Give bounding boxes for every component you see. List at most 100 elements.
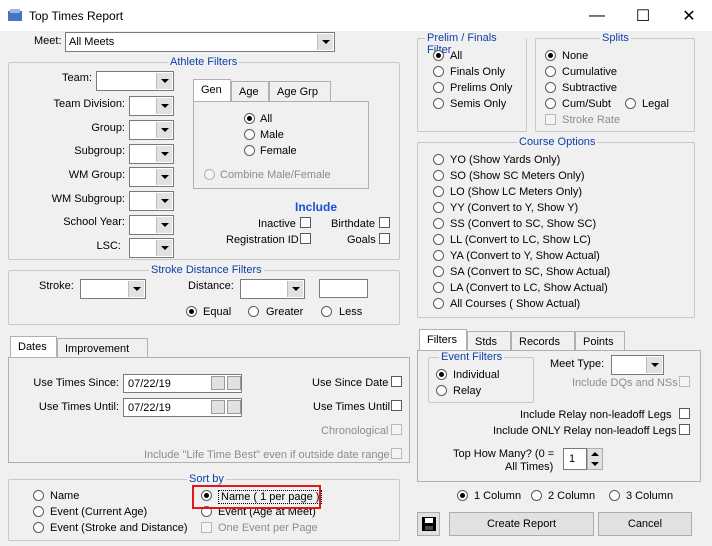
splits-subtractive-radio[interactable] (545, 82, 556, 93)
lsc-select[interactable] (129, 238, 174, 258)
course-option-radio[interactable] (433, 202, 444, 213)
athlete-filters-title: Athlete Filters (168, 56, 240, 68)
wm-group-select[interactable] (129, 167, 174, 187)
sort-event-current-age-radio[interactable] (33, 506, 44, 517)
course-option-label: LL (Convert to LC, Show LC) (450, 234, 591, 246)
course-option-radio[interactable] (433, 298, 444, 309)
wm-subgroup-select[interactable] (129, 191, 174, 211)
gender-all-radio[interactable] (244, 113, 255, 124)
close-button[interactable]: ✕ (666, 0, 712, 31)
combine-male-female-radio[interactable] (204, 169, 215, 180)
since-dropdown-button[interactable] (227, 376, 241, 390)
life-time-best-checkbox[interactable] (391, 448, 402, 459)
prelims-only-radio[interactable] (433, 82, 444, 93)
tab-dates[interactable]: Dates (10, 336, 57, 359)
sort-event-current-age-label: Event (Current Age) (50, 506, 148, 518)
chevron-down-icon (156, 98, 172, 114)
tab-age-grp[interactable]: Age Grp (269, 81, 331, 102)
finals-only-label: Finals Only (450, 66, 506, 78)
course-option-radio[interactable] (433, 154, 444, 165)
tab-stds[interactable]: Stds (467, 331, 511, 352)
course-option-radio[interactable] (433, 282, 444, 293)
distance-less-radio[interactable] (321, 306, 332, 317)
splits-cum-subt-radio[interactable] (545, 98, 556, 109)
tab-points[interactable]: Points (575, 331, 625, 352)
team-select[interactable] (96, 71, 174, 91)
save-button[interactable] (417, 512, 440, 536)
distance-input[interactable] (319, 279, 368, 298)
one-column-radio[interactable] (457, 490, 468, 501)
course-option-label: SA (Convert to SC, Show Actual) (450, 266, 611, 278)
gender-male-radio[interactable] (244, 129, 255, 140)
distance-equal-radio[interactable] (186, 306, 197, 317)
goals-label: Goals (347, 234, 376, 246)
life-time-best-label: Include "Life Time Best" even if outside… (144, 449, 390, 461)
event-relay-radio[interactable] (436, 385, 447, 396)
course-option-radio[interactable] (433, 186, 444, 197)
use-times-until-check-label: Use Times Until (313, 401, 391, 413)
group-select[interactable] (129, 120, 174, 140)
event-individual-radio[interactable] (436, 369, 447, 380)
include-dqs-checkbox[interactable] (679, 376, 690, 387)
gender-all-label: All (260, 113, 273, 125)
goals-checkbox[interactable] (379, 233, 390, 244)
finals-only-radio[interactable] (433, 66, 444, 77)
top-how-many-spinner[interactable] (587, 448, 603, 470)
until-spinner-button[interactable] (211, 400, 225, 414)
stroke-rate-checkbox[interactable] (545, 114, 556, 125)
until-dropdown-button[interactable] (227, 400, 241, 414)
prelim-all-radio[interactable] (433, 50, 444, 61)
course-option-radio[interactable] (433, 218, 444, 229)
semis-only-label: Semis Only (450, 98, 507, 110)
splits-none-label: None (562, 50, 589, 62)
distance-select[interactable] (240, 279, 305, 299)
course-option-radio[interactable] (433, 170, 444, 181)
maximize-button[interactable]: ☐ (620, 0, 666, 31)
chronological-checkbox[interactable] (391, 424, 402, 435)
app-icon (8, 9, 22, 21)
use-times-since-label: Use Times Since: (33, 377, 119, 389)
use-since-date-checkbox[interactable] (391, 376, 402, 387)
cancel-button[interactable]: Cancel (598, 512, 692, 536)
meet-type-select[interactable] (611, 355, 664, 375)
use-times-until-checkbox[interactable] (391, 400, 402, 411)
splits-cumulative-radio[interactable] (545, 66, 556, 77)
since-spinner-button[interactable] (211, 376, 225, 390)
course-option-radio[interactable] (433, 266, 444, 277)
chevron-down-icon (156, 193, 172, 209)
semis-only-radio[interactable] (433, 98, 444, 109)
stroke-select[interactable] (80, 279, 146, 299)
two-column-radio[interactable] (531, 490, 542, 501)
sort-name-radio[interactable] (33, 490, 44, 501)
course-option-radio[interactable] (433, 250, 444, 261)
top-how-many-input[interactable]: 1 (563, 448, 587, 470)
tab-gen[interactable]: Gen (193, 79, 231, 102)
registration-id-checkbox[interactable] (300, 233, 311, 244)
splits-cumulative-label: Cumulative (562, 66, 618, 78)
relay-nonleadoff-checkbox[interactable] (679, 408, 690, 419)
team-division-select[interactable] (129, 96, 174, 116)
course-option-radio[interactable] (433, 234, 444, 245)
tab-records[interactable]: Records (511, 331, 575, 352)
subgroup-select[interactable] (129, 144, 174, 164)
tab-filters[interactable]: Filters (419, 329, 467, 352)
tab-age[interactable]: Age (231, 81, 269, 102)
distance-greater-radio[interactable] (248, 306, 259, 317)
birthdate-checkbox[interactable] (379, 217, 390, 228)
one-event-per-page-checkbox[interactable] (201, 522, 212, 533)
chevron-down-icon (156, 146, 172, 162)
meet-select[interactable]: All Meets (65, 32, 335, 52)
inactive-checkbox[interactable] (300, 217, 311, 228)
three-column-radio[interactable] (609, 490, 620, 501)
gender-female-radio[interactable] (244, 145, 255, 156)
tab-improvement[interactable]: Improvement (57, 338, 148, 359)
splits-none-radio[interactable] (545, 50, 556, 61)
sort-event-stroke-distance-radio[interactable] (33, 522, 44, 533)
create-report-button[interactable]: Create Report (449, 512, 594, 536)
sort-name-label: Name (50, 490, 80, 502)
event-relay-label: Relay (453, 385, 482, 397)
splits-legal-radio[interactable] (625, 98, 636, 109)
only-relay-nonleadoff-checkbox[interactable] (679, 424, 690, 435)
minimize-button[interactable]: — (574, 0, 620, 31)
school-year-select[interactable] (129, 215, 174, 235)
